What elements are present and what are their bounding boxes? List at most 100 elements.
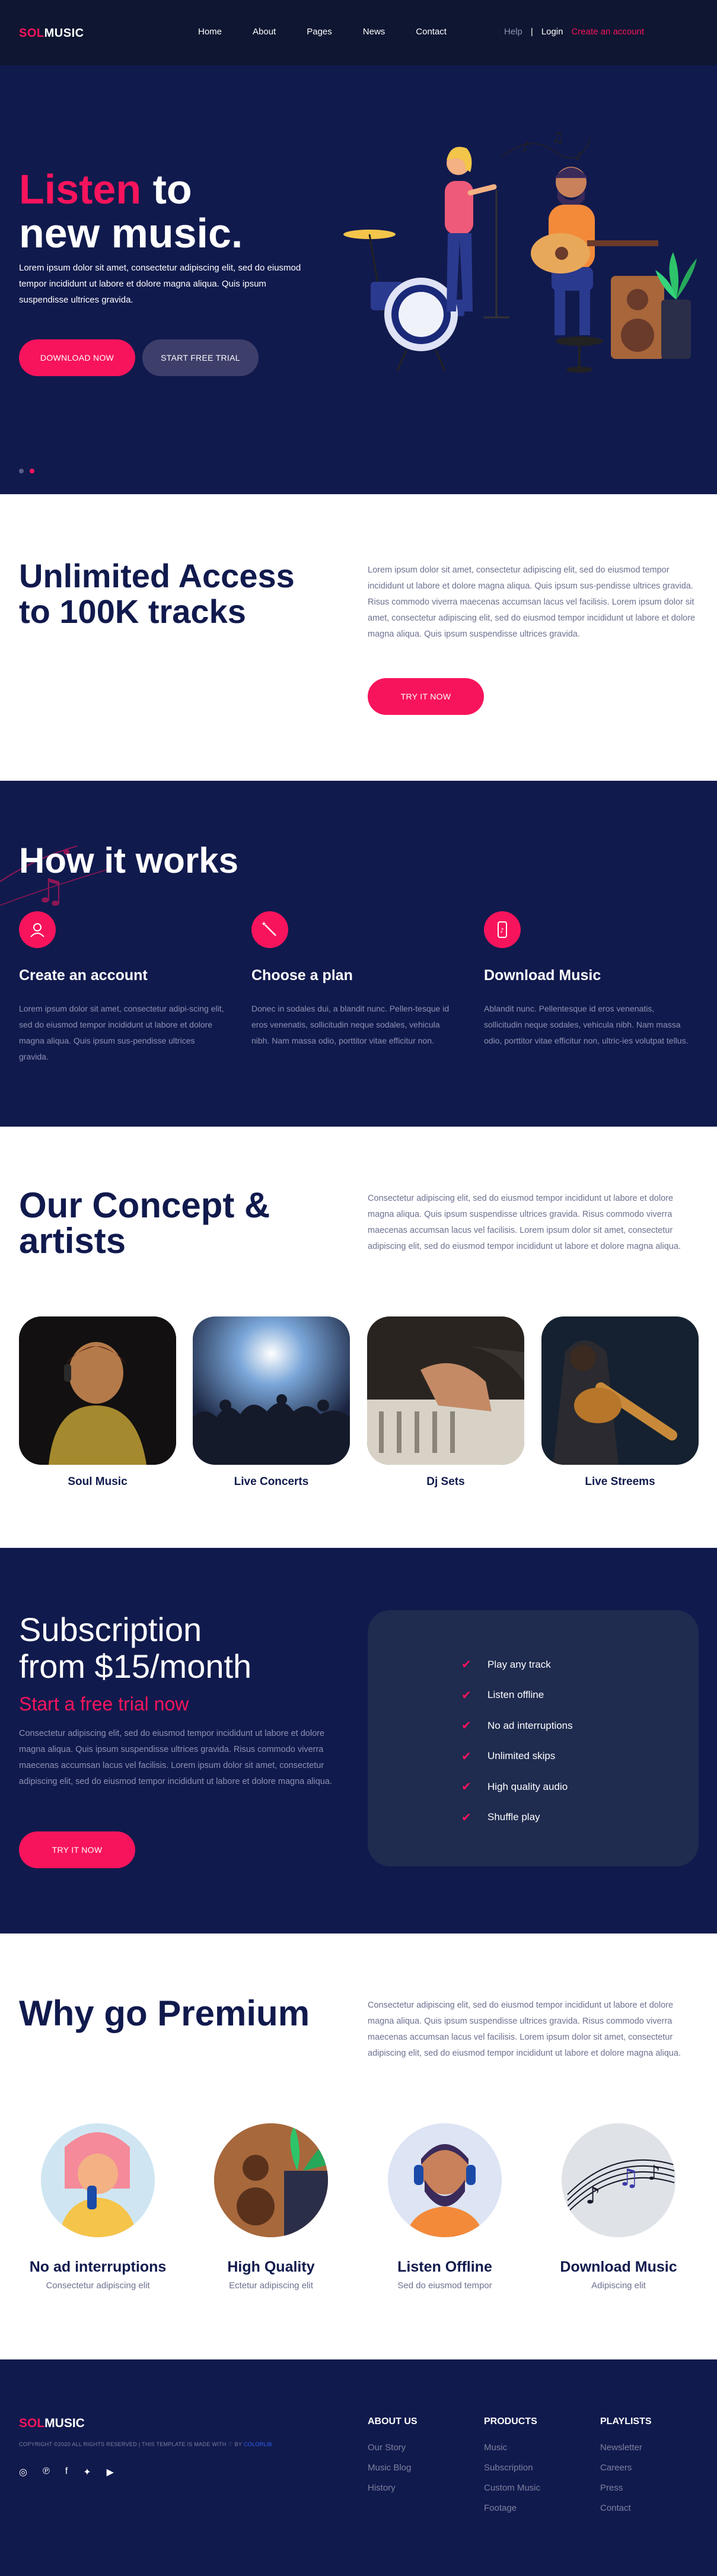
check-icon: ✔	[461, 1811, 471, 1824]
live-streems-image	[541, 1316, 699, 1465]
artist-card-dj-sets[interactable]: Dj Sets	[367, 1316, 524, 1489]
nav-home[interactable]: Home	[198, 27, 222, 37]
footer-link[interactable]: Our Story	[368, 2443, 418, 2453]
footer-link[interactable]: Custom Music	[484, 2483, 540, 2493]
footer-link[interactable]: Music Blog	[368, 2463, 418, 2473]
footer-logo[interactable]: SOLMUSIC	[19, 2416, 85, 2431]
artist-label: Dj Sets	[426, 1475, 465, 1488]
check-icon: ✔	[461, 1719, 471, 1733]
feature-title: No ad interruptions	[29, 2259, 167, 2275]
footer-link[interactable]: Music	[484, 2443, 540, 2453]
subscription-try-button[interactable]: TRY IT NOW	[19, 1831, 135, 1868]
artist-label: Live Concerts	[234, 1475, 309, 1488]
footer-link[interactable]: Footage	[484, 2503, 540, 2513]
footer-link[interactable]: History	[368, 2483, 418, 2493]
feature-item: ✔ Unlimited skips	[461, 1750, 556, 1763]
feature-title: Listen Offline	[397, 2259, 492, 2275]
svg-text:♪: ♪	[648, 2161, 661, 2185]
nav-news[interactable]: News	[363, 27, 385, 37]
slider-dot[interactable]	[19, 469, 24, 473]
footer-link[interactable]: Subscription	[484, 2463, 540, 2473]
concept-title: Our Concept & artists	[19, 1185, 270, 1261]
footer-link[interactable]: Press	[600, 2483, 652, 2493]
feature-no-ads: No ad interruptions Consectetur adipisci…	[18, 2123, 178, 2291]
music-notes-illustration: ♪ ♫ ♪	[562, 2123, 675, 2237]
nav-about[interactable]: About	[253, 27, 276, 37]
how-it-works-section: ♫ How it works Create an account Lorem i…	[0, 781, 717, 1127]
feature-item: ✔ Listen offline	[461, 1688, 544, 1702]
artist-card-live-streems[interactable]: Live Streems	[541, 1316, 699, 1489]
footer-col-title: PLAYLISTS	[600, 2416, 652, 2426]
facebook-icon[interactable]: f	[65, 2466, 68, 2478]
footer-col-products: PRODUCTS Music Subscription Custom Music…	[484, 2416, 540, 2523]
footer-link[interactable]: Contact	[600, 2503, 652, 2513]
youtube-icon[interactable]: ▶	[107, 2466, 114, 2478]
colorlib-link[interactable]: COLORLIB	[244, 2441, 272, 2447]
copyright: COPYRIGHT ©2020 ALL RIGHTS RESERVED | TH…	[19, 2441, 272, 2447]
feature-item: ✔ Shuffle play	[461, 1811, 540, 1824]
slider-dots	[19, 469, 34, 473]
hero-title: Listen to new music.	[19, 166, 243, 256]
step-download-music: ♪ Download Music Ablandit nunc. Pellente…	[484, 911, 691, 1049]
live-concerts-image	[193, 1316, 350, 1465]
artist-card-soul-music[interactable]: Soul Music	[19, 1316, 176, 1489]
logo[interactable]: SOLMUSIC	[19, 27, 84, 40]
download-now-button[interactable]: DOWNLOAD NOW	[19, 339, 135, 376]
instagram-icon[interactable]: ◎	[19, 2466, 27, 2478]
check-icon: ✔	[461, 1750, 471, 1763]
feature-listen-offline: Listen Offline Sed do eiusmod tempor	[365, 2123, 525, 2291]
artist-label: Live Streems	[585, 1475, 655, 1488]
feature-download-music: ♪ ♫ ♪ Download Music Adipiscing elit	[538, 2123, 699, 2291]
start-free-trial-button[interactable]: START FREE TRIAL	[142, 339, 259, 376]
feature-high-quality: High Quality Ectetur adipiscing elit	[191, 2123, 351, 2291]
nav-contact[interactable]: Contact	[416, 27, 447, 37]
feature-sub: Ectetur adipiscing elit	[229, 2281, 313, 2291]
step-title: Choose a plan	[251, 967, 353, 984]
help-link[interactable]: Help	[504, 27, 522, 37]
svg-text:♫: ♫	[618, 2164, 639, 2192]
twitter-icon[interactable]: ✦	[83, 2466, 91, 2478]
check-icon: ✔	[461, 1688, 471, 1702]
step-text: Lorem ipsum dolor sit amet, consectetur …	[19, 1004, 224, 1061]
nav-pages[interactable]: Pages	[307, 27, 332, 37]
footer-link[interactable]: Newsletter	[600, 2443, 652, 2453]
step-title: Download Music	[484, 967, 601, 984]
svg-text:♫: ♫	[552, 129, 565, 146]
footer-link[interactable]: Careers	[600, 2463, 652, 2473]
separator: |	[530, 27, 533, 37]
site-footer: SOLMUSIC COPYRIGHT ©2020 ALL RIGHTS RESE…	[0, 2359, 717, 2576]
feature-title: Download Music	[560, 2259, 677, 2275]
feature-item: ✔ Play any track	[461, 1658, 551, 1672]
user-links: Help | Login Create an account	[504, 27, 644, 37]
premium-title: Why go Premium	[19, 1993, 310, 2033]
hero-text: Lorem ipsum dolor sit amet, consectetur …	[19, 263, 301, 305]
free-trial-subtitle: Start a free trial now	[19, 1693, 189, 1715]
footer-col-playlists: PLAYLISTS Newsletter Careers Press Conta…	[600, 2416, 652, 2523]
svg-text:♪: ♪	[575, 149, 583, 163]
step-text: Ablandit nunc. Pellentesque id eros vene…	[484, 1004, 689, 1045]
step-text: Donec in sodales dui, a blandit nunc. Pe…	[251, 1004, 450, 1045]
hero-section: Listen to new music. Lorem ipsum dolor si…	[0, 0, 717, 494]
try-it-now-button[interactable]: TRY IT NOW	[368, 678, 484, 715]
premium-section: Why go Premium Consectetur adipiscing el…	[0, 1933, 717, 2359]
band-illustration: ♪ ♫ ♪	[343, 129, 697, 373]
check-icon: ✔	[461, 1658, 471, 1672]
unlimited-text: Lorem ipsum dolor sit amet, consectetur …	[368, 565, 696, 639]
artist-card-live-concerts[interactable]: Live Concerts	[193, 1316, 350, 1489]
features-card: ✔ Play any track ✔ Listen offline ✔ No ad i…	[368, 1610, 699, 1866]
concept-text: Consectetur adipiscing elit, sed do eius…	[368, 1194, 681, 1251]
features-list: ✔ Play any track ✔ Listen offline ✔ No ad i…	[461, 1649, 573, 1833]
feature-item: ✔ High quality audio	[461, 1780, 568, 1794]
magic-wand-icon	[251, 911, 288, 948]
feature-item: ✔ No ad interruptions	[461, 1719, 573, 1733]
slider-dot-active[interactable]	[30, 469, 34, 473]
pinterest-icon[interactable]: ℗	[43, 2466, 50, 2478]
phone-music-icon: ♪	[484, 911, 521, 948]
create-account-link[interactable]: Create an account	[571, 27, 644, 37]
concept-section: Our Concept & artists Consectetur adipisc…	[0, 1127, 717, 1548]
main-nav: Home About Pages News Contact	[198, 27, 477, 37]
step-choose-plan: Choose a plan Donec in sodales dui, a bl…	[251, 911, 459, 1049]
footer-col-title: ABOUT US	[368, 2416, 418, 2426]
how-it-works-title: How it works	[19, 841, 239, 880]
login-link[interactable]: Login	[541, 27, 563, 37]
